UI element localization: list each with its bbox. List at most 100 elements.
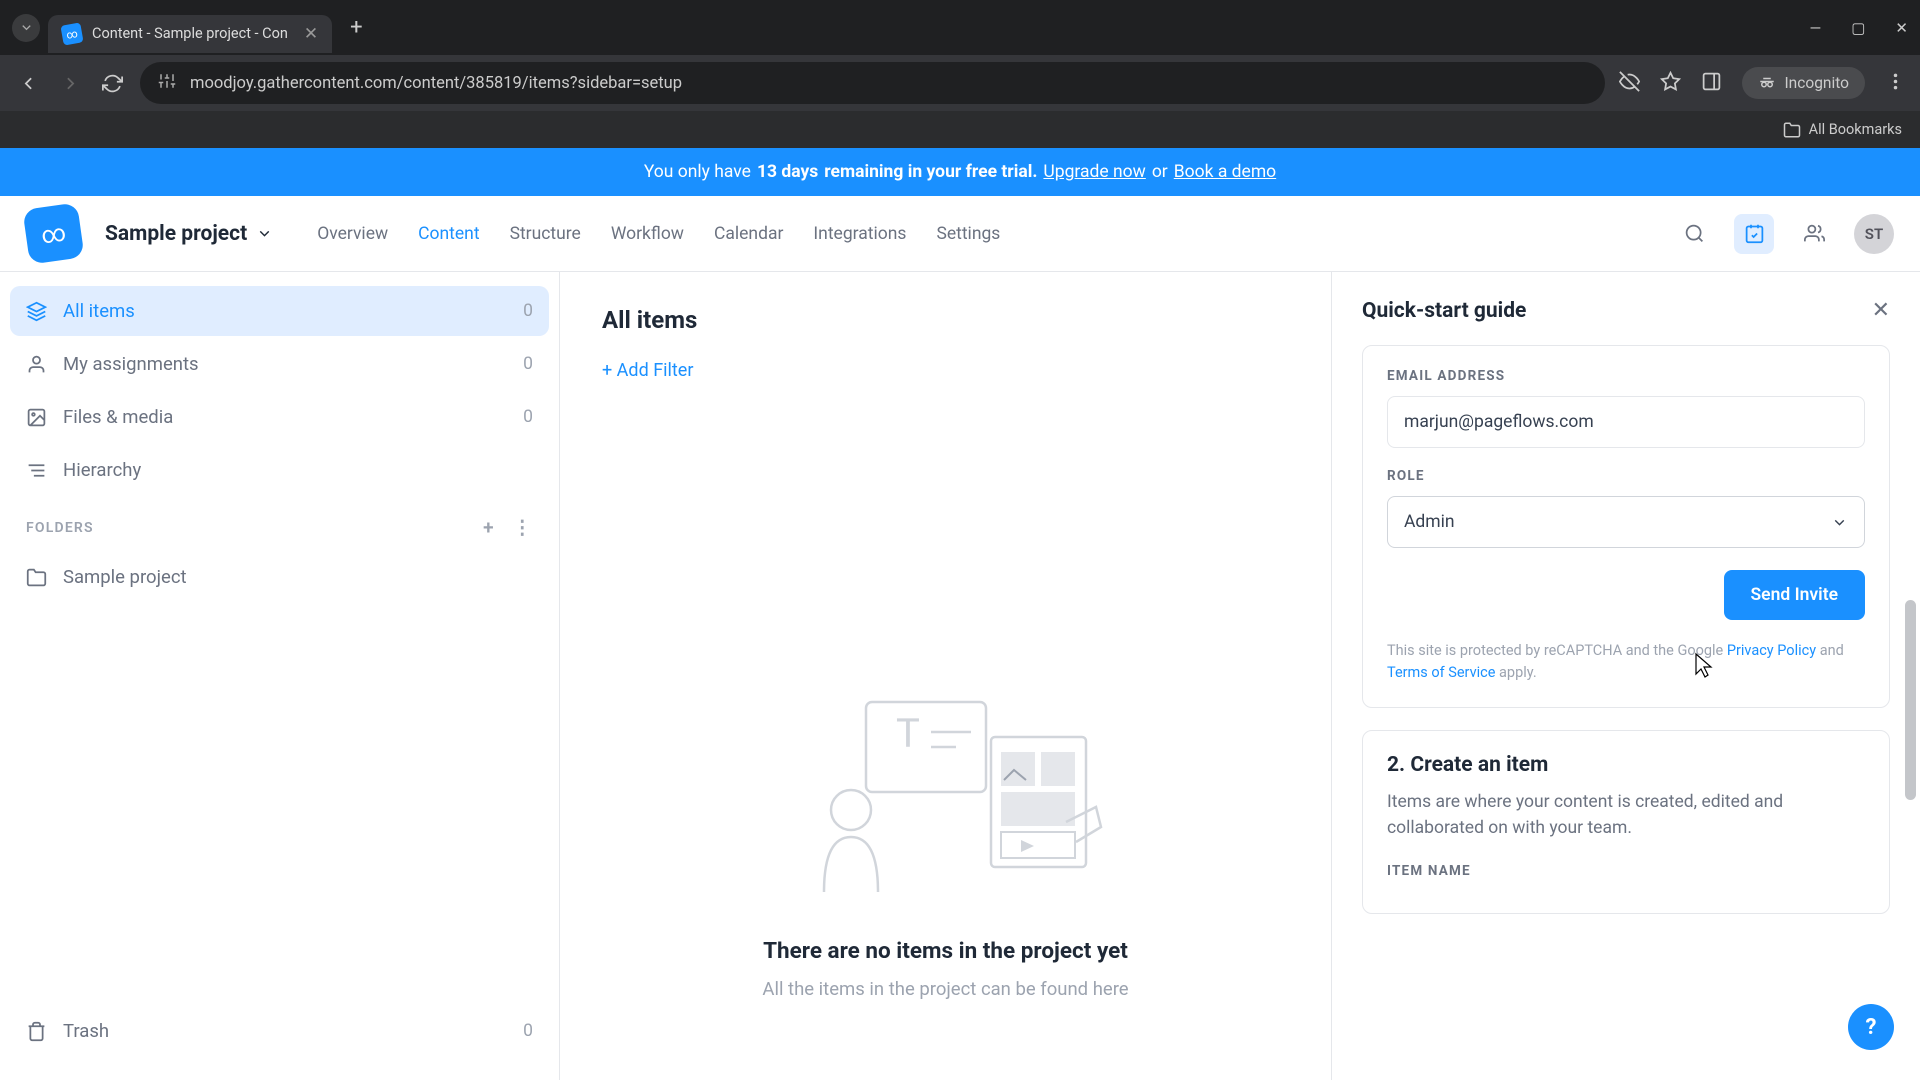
sidebar-item-label: My assignments: [63, 353, 199, 375]
tab-favicon: ∞: [60, 22, 83, 45]
nav-settings[interactable]: Settings: [936, 224, 1000, 244]
create-item-card: 2. Create an item Items are where your c…: [1362, 730, 1890, 915]
folder-icon: [26, 567, 47, 588]
sidebar-my-assignments[interactable]: My assignments 0: [10, 339, 549, 389]
nav-structure[interactable]: Structure: [510, 224, 581, 244]
eye-off-icon[interactable]: [1619, 71, 1640, 96]
quick-start-guide-panel: Quick-start guide ✕ EMAIL ADDRESS ROLE A…: [1332, 272, 1920, 1080]
all-bookmarks-link[interactable]: All Bookmarks: [1809, 121, 1902, 138]
window-minimize-icon[interactable]: —: [1810, 19, 1822, 37]
stack-icon: [26, 301, 47, 322]
book-demo-link[interactable]: Book a demo: [1174, 162, 1276, 182]
upgrade-link[interactable]: Upgrade now: [1043, 162, 1145, 182]
sidebar-hierarchy[interactable]: Hierarchy: [10, 445, 549, 495]
chevron-down-icon: [256, 225, 273, 242]
image-icon: [26, 407, 47, 428]
send-invite-button[interactable]: Send Invite: [1724, 570, 1866, 620]
bookmarks-bar: All Bookmarks: [0, 111, 1920, 148]
new-tab-button[interactable]: +: [350, 15, 362, 40]
privacy-policy-link[interactable]: Privacy Policy: [1727, 642, 1816, 659]
recaptcha-notice: This site is protected by reCAPTCHA and …: [1387, 620, 1865, 685]
email-input[interactable]: [1387, 396, 1865, 448]
browser-url-bar: moodjoy.gathercontent.com/content/385819…: [0, 55, 1920, 111]
project-name: Sample project: [105, 222, 247, 246]
guide-close-icon[interactable]: ✕: [1872, 298, 1890, 323]
role-label: ROLE: [1387, 468, 1865, 484]
sidebar-files-media[interactable]: Files & media 0: [10, 392, 549, 442]
tab-search-dropdown[interactable]: [12, 14, 40, 42]
nav-calendar[interactable]: Calendar: [714, 224, 783, 244]
nav-back-icon[interactable]: [14, 73, 42, 94]
trial-prefix: You only have: [644, 162, 751, 182]
nav-integrations[interactable]: Integrations: [813, 224, 906, 244]
trial-banner: You only have 13 days remaining in your …: [0, 148, 1920, 196]
site-settings-icon[interactable]: [158, 72, 176, 95]
sidebar: All items 0 My assignments 0 Files & med…: [0, 272, 560, 1080]
svg-text:T: T: [896, 710, 920, 757]
empty-illustration: T: [776, 692, 1116, 912]
incognito-label: Incognito: [1784, 74, 1849, 92]
sidebar-folder[interactable]: Sample project: [10, 552, 549, 602]
scrollbar[interactable]: [1905, 600, 1916, 800]
app-logo[interactable]: ∞: [22, 202, 84, 264]
side-panel-icon[interactable]: [1701, 71, 1722, 96]
trash-icon: [26, 1021, 47, 1042]
empty-subtitle: All the items in the project can be foun…: [606, 978, 1286, 1000]
browser-tab[interactable]: ∞ Content - Sample project - Con ✕: [48, 15, 332, 53]
sidebar-item-label: Trash: [63, 1020, 109, 1042]
sidebar-trash[interactable]: Trash 0: [10, 1006, 549, 1056]
tab-title: Content - Sample project - Con: [92, 25, 288, 42]
window-restore-icon[interactable]: ▢: [1851, 19, 1865, 37]
url-text: moodjoy.gathercontent.com/content/385819…: [190, 74, 682, 93]
main-nav: Overview Content Structure Workflow Cale…: [317, 224, 1000, 244]
help-fab[interactable]: ?: [1848, 1004, 1894, 1050]
chevron-down-icon: [1831, 514, 1848, 531]
nav-reload-icon[interactable]: [98, 73, 126, 94]
content-title: All items: [602, 306, 1289, 334]
browser-tab-bar: ∞ Content - Sample project - Con ✕ + — ▢…: [0, 0, 1920, 55]
folders-section-header: FOLDERS + ⋮: [10, 498, 549, 549]
user-icon: [26, 354, 47, 375]
search-icon[interactable]: [1674, 214, 1714, 254]
empty-title: There are no items in the project yet: [606, 938, 1286, 964]
nav-overview[interactable]: Overview: [317, 224, 388, 244]
bookmark-star-icon[interactable]: [1660, 71, 1681, 96]
step2-text: Items are where your content is created,…: [1387, 789, 1865, 842]
sidebar-item-label: Hierarchy: [63, 459, 141, 481]
hierarchy-icon: [26, 460, 47, 481]
email-label: EMAIL ADDRESS: [1387, 368, 1865, 384]
tab-close-icon[interactable]: ✕: [304, 24, 318, 44]
add-filter-button[interactable]: + Add Filter: [602, 360, 1289, 381]
nav-content[interactable]: Content: [418, 224, 479, 244]
add-folder-icon[interactable]: +: [483, 516, 495, 539]
sidebar-item-count: 0: [523, 301, 533, 321]
trial-or: or: [1152, 162, 1168, 182]
role-select[interactable]: Admin: [1387, 496, 1865, 548]
sidebar-item-count: 0: [523, 1021, 533, 1041]
guide-title: Quick-start guide: [1362, 299, 1526, 323]
invite-card: EMAIL ADDRESS ROLE Admin Send Invite Thi…: [1362, 345, 1890, 708]
sidebar-item-label: All items: [63, 300, 135, 322]
sidebar-all-items[interactable]: All items 0: [10, 286, 549, 336]
role-value: Admin: [1404, 512, 1455, 532]
main-content: All items + Add Filter T: [560, 272, 1332, 1080]
sidebar-item-label: Files & media: [63, 406, 173, 428]
tos-link[interactable]: Terms of Service: [1387, 664, 1495, 681]
project-selector[interactable]: Sample project: [105, 222, 273, 246]
item-name-label: ITEM NAME: [1387, 863, 1865, 879]
trial-days: 13 days: [757, 162, 818, 182]
browser-menu-icon[interactable]: [1885, 71, 1906, 96]
people-icon[interactable]: [1794, 214, 1834, 254]
folder-menu-icon[interactable]: ⋮: [513, 516, 533, 539]
checklist-icon[interactable]: [1734, 214, 1774, 254]
sidebar-item-label: Sample project: [63, 566, 187, 588]
window-close-icon[interactable]: ✕: [1895, 19, 1908, 37]
user-avatar[interactable]: ST: [1854, 214, 1894, 254]
incognito-badge[interactable]: Incognito: [1742, 67, 1865, 99]
url-field[interactable]: moodjoy.gathercontent.com/content/385819…: [140, 62, 1605, 104]
nav-workflow[interactable]: Workflow: [611, 224, 684, 244]
nav-forward-icon: [56, 73, 84, 94]
step2-title: 2. Create an item: [1387, 753, 1865, 777]
app-header: ∞ Sample project Overview Content Struct…: [0, 196, 1920, 272]
sidebar-item-count: 0: [523, 407, 533, 427]
